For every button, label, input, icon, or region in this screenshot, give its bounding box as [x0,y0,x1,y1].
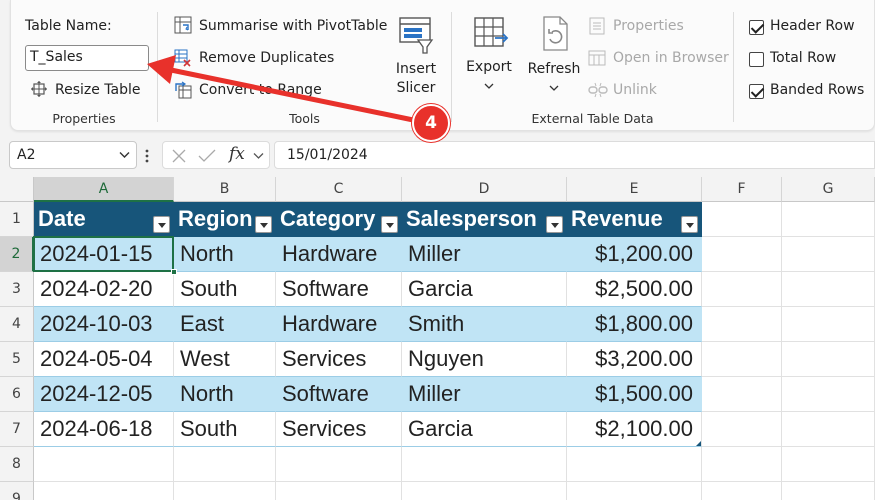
annotation-arrow [147,55,421,124]
step-badge: 4 [412,104,450,142]
